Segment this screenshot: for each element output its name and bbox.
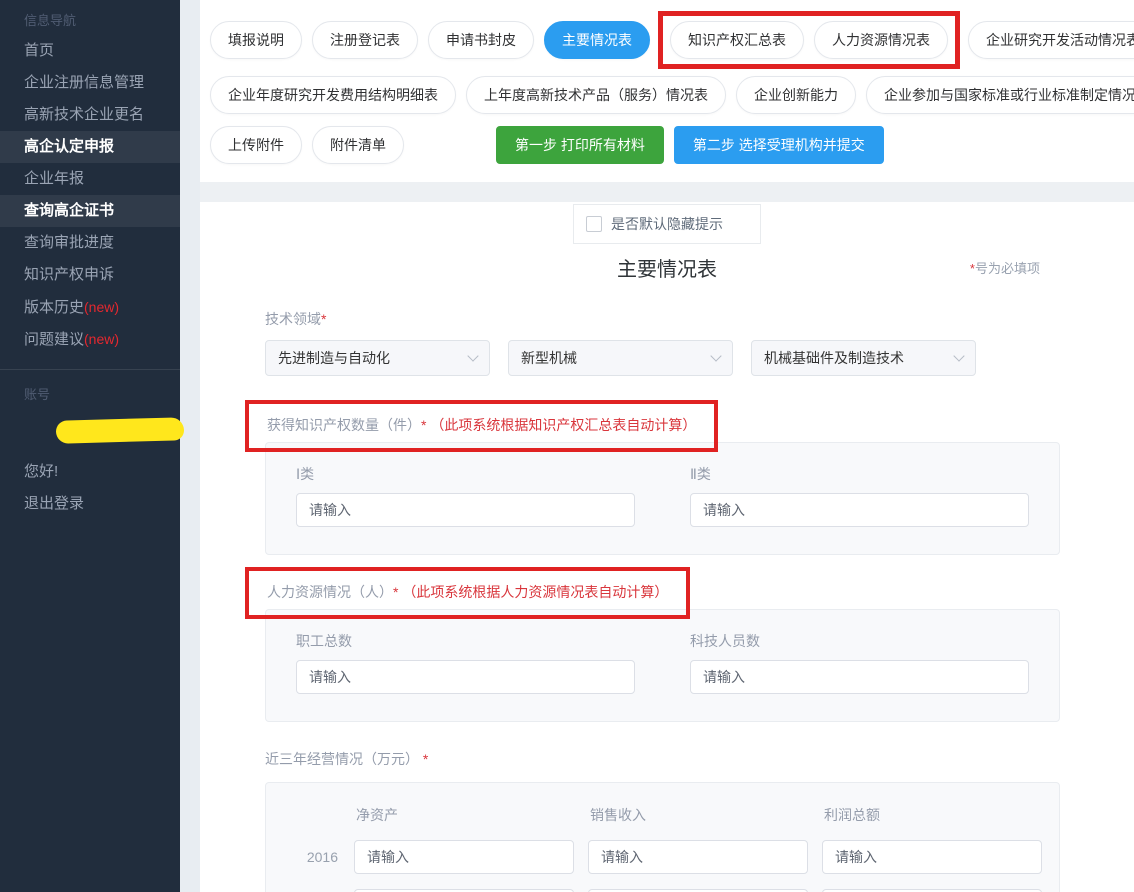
tab-rd-expense-detail[interactable]: 企业年度研究开发费用结构明细表: [210, 76, 456, 114]
tab-innovation-ability[interactable]: 企业创新能力: [736, 76, 856, 114]
sidebar-section-account: 账号: [0, 378, 180, 409]
biz-grid: 净资产 销售收入 利润总额 2016 2017 2018: [296, 805, 1029, 892]
total-profit-2016-input[interactable]: [822, 840, 1042, 874]
main-content: 填报说明 注册登记表 申请书封皮 主要情况表 知识产权汇总表 人力资源情况表 企…: [200, 0, 1134, 892]
sidebar-item-approval-progress[interactable]: 查询审批进度: [0, 227, 180, 259]
sidebar-item-version-history[interactable]: 版本历史(new): [0, 291, 180, 323]
ip-class2-field: Ⅱ类: [690, 464, 1029, 527]
logout-button[interactable]: 退出登录: [0, 488, 180, 520]
tab-rd-activities[interactable]: 企业研究开发活动情况表: [968, 21, 1134, 59]
tab-standards-summary[interactable]: 企业参加与国家标准或行业标准制定情况汇总表: [866, 76, 1134, 114]
tech-select-level2[interactable]: 新型机械: [508, 340, 733, 376]
col-header-total-profit: 利润总额: [822, 805, 1042, 825]
tech-staff-label: 科技人员数: [690, 631, 1029, 651]
ip-class2-label: Ⅱ类: [690, 464, 1029, 484]
tech-staff-field: 科技人员数: [690, 631, 1029, 694]
hide-hint-label: 是否默认隐藏提示: [611, 214, 723, 234]
ip-class1-label: Ⅰ类: [296, 464, 635, 484]
biz-section-label: 近三年经营情况（万元） *: [265, 749, 1060, 769]
tab-row-1: 填报说明 注册登记表 申请书封皮 主要情况表 知识产权汇总表 人力资源情况表 企…: [210, 16, 1124, 64]
sidebar-item-registration-info[interactable]: 企业注册信息管理: [0, 67, 180, 99]
sidebar: 信息导航 首页 企业注册信息管理 高新技术企业更名 高企认定申报 企业年报 查询…: [0, 0, 180, 892]
tab-attachment-list[interactable]: 附件清单: [312, 126, 404, 164]
biz-panel: 净资产 销售收入 利润总额 2016 2017 2018: [265, 782, 1060, 892]
sales-revenue-2016-input[interactable]: [588, 840, 808, 874]
hide-hint-container: 是否默认隐藏提示: [573, 204, 761, 244]
hide-hint-checkbox[interactable]: [586, 216, 602, 232]
tab-bar-card: 填报说明 注册登记表 申请书封皮 主要情况表 知识产权汇总表 人力资源情况表 企…: [200, 0, 1134, 182]
new-badge: (new): [84, 331, 119, 347]
total-staff-input[interactable]: [296, 660, 635, 694]
tech-staff-input[interactable]: [690, 660, 1029, 694]
tech-field-label: 技术领域*: [265, 309, 1060, 329]
tab-main-situation[interactable]: 主要情况表: [544, 21, 650, 59]
sidebar-section-nav: 信息导航: [0, 4, 180, 35]
hr-auto-calc-note: （此项系统根据人力资源情况表自动计算）: [402, 584, 668, 600]
form-body: 技术领域* 先进制造与自动化 新型机械 机械基础件及制造技术 获得知识产权数量: [200, 283, 1134, 892]
sidebar-item-home[interactable]: 首页: [0, 35, 180, 67]
year-label-2016: 2016: [296, 849, 340, 865]
tab-registration-form[interactable]: 注册登记表: [312, 21, 418, 59]
tab-hightech-products[interactable]: 上年度高新技术产品（服务）情况表: [466, 76, 726, 114]
redacted-account-highlight: [56, 417, 185, 444]
red-annotation-box-tabs: 知识产权汇总表 人力资源情况表: [658, 11, 960, 69]
sidebar-item-annual-report[interactable]: 企业年报: [0, 163, 180, 195]
chevron-down-icon: [953, 350, 964, 361]
sidebar-item-query-certificate[interactable]: 查询高企证书: [0, 195, 180, 227]
new-badge: (new): [84, 299, 119, 315]
tech-selects-row: 先进制造与自动化 新型机械 机械基础件及制造技术: [265, 340, 1060, 376]
sidebar-item-ip-appeal[interactable]: 知识产权申诉: [0, 259, 180, 291]
ip-class2-input[interactable]: [690, 493, 1029, 527]
total-staff-field: 职工总数: [296, 631, 635, 694]
ip-panel: Ⅰ类 Ⅱ类: [265, 442, 1060, 555]
total-staff-label: 职工总数: [296, 631, 635, 651]
tab-application-cover[interactable]: 申请书封皮: [428, 21, 534, 59]
chevron-down-icon: [467, 350, 478, 361]
col-header-net-assets: 净资产: [354, 805, 574, 825]
page-title: 主要情况表: [617, 259, 717, 281]
title-row: 主要情况表 *号为必填项: [200, 253, 1134, 283]
tab-hr-situation[interactable]: 人力资源情况表: [814, 21, 948, 59]
net-assets-2016-input[interactable]: [354, 840, 574, 874]
hr-panel: 职工总数 科技人员数: [265, 609, 1060, 722]
tech-select-level3[interactable]: 机械基础件及制造技术: [751, 340, 976, 376]
ip-auto-calc-note: （此项系统根据知识产权汇总表自动计算）: [430, 417, 696, 433]
tab-ip-summary[interactable]: 知识产权汇总表: [670, 21, 804, 59]
sidebar-item-certification-apply[interactable]: 高企认定申报: [0, 131, 180, 163]
chevron-down-icon: [710, 350, 721, 361]
tab-upload-attachment[interactable]: 上传附件: [210, 126, 302, 164]
ip-class1-field: Ⅰ类: [296, 464, 635, 527]
greeting-text: 您好!: [0, 456, 180, 488]
step2-submit-button[interactable]: 第二步 选择受理机构并提交: [674, 126, 884, 164]
sidebar-gutter: [180, 0, 200, 892]
sidebar-divider: [0, 369, 180, 370]
sidebar-item-feedback[interactable]: 问题建议(new): [0, 323, 180, 355]
tab-filling-instructions[interactable]: 填报说明: [210, 21, 302, 59]
sidebar-item-rename[interactable]: 高新技术企业更名: [0, 99, 180, 131]
ip-class1-input[interactable]: [296, 493, 635, 527]
col-header-sales-revenue: 销售收入: [588, 805, 808, 825]
step1-print-button[interactable]: 第一步 打印所有材料: [496, 126, 664, 164]
required-note: *号为必填项: [970, 258, 1040, 277]
form-card: 是否默认隐藏提示 主要情况表 *号为必填项 技术领域* 先进制造与自动化 新型机…: [200, 202, 1134, 892]
red-annotation-box-hr: 人力资源情况（人）* （此项系统根据人力资源情况表自动计算）: [245, 567, 690, 619]
tab-row-3: 上传附件 附件清单 第一步 打印所有材料 第二步 选择受理机构并提交: [210, 126, 1124, 164]
tech-select-level1[interactable]: 先进制造与自动化: [265, 340, 490, 376]
red-annotation-box-ip: 获得知识产权数量（件）* （此项系统根据知识产权汇总表自动计算）: [245, 400, 718, 452]
tab-row-2: 企业年度研究开发费用结构明细表 上年度高新技术产品（服务）情况表 企业创新能力 …: [210, 76, 1124, 114]
